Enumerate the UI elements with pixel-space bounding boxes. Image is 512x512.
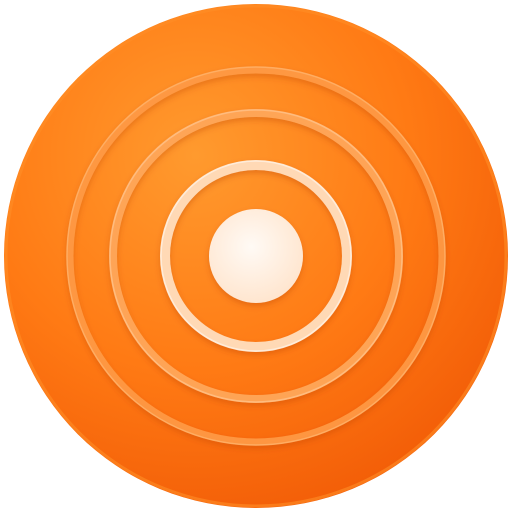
signal-center-dot	[209, 209, 303, 303]
broadcast-signal-icon[interactable]	[0, 0, 512, 512]
